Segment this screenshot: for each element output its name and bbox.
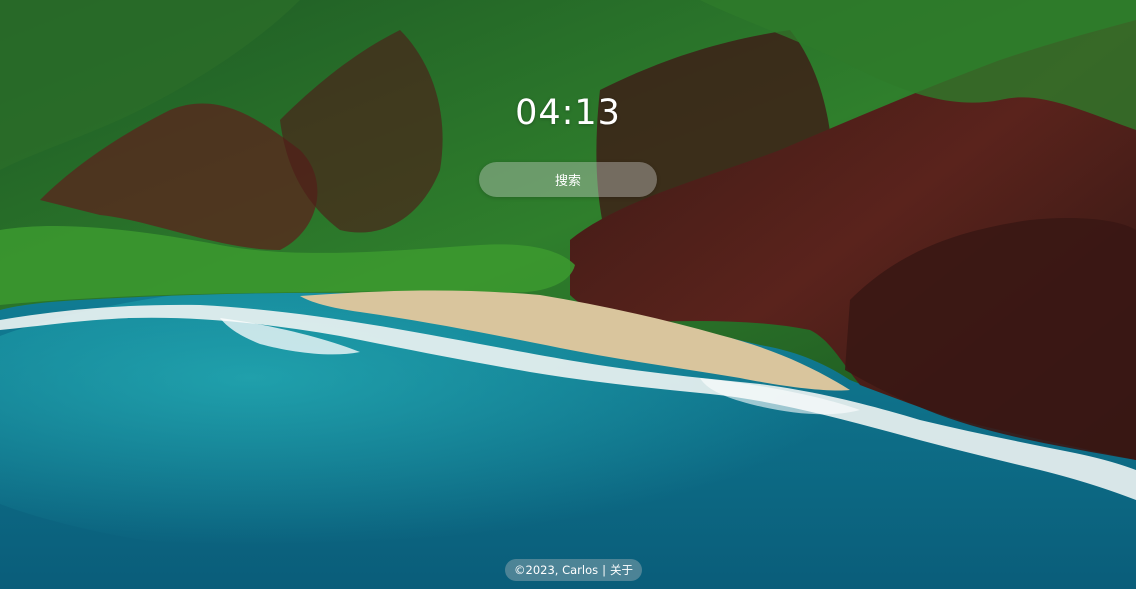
footer-bar: ©2023, Carlos | 关于 [505, 559, 642, 581]
footer-separator: | [602, 563, 606, 577]
search-placeholder: 搜索 [554, 174, 581, 189]
about-link[interactable]: 关于 [610, 562, 633, 578]
clock-time: 04:13 [515, 93, 621, 133]
search-input[interactable]: 搜索 [479, 162, 657, 197]
landscape-image [0, 0, 1136, 589]
copyright-text: ©2023, Carlos [514, 563, 599, 577]
wallpaper-background [0, 0, 1136, 589]
